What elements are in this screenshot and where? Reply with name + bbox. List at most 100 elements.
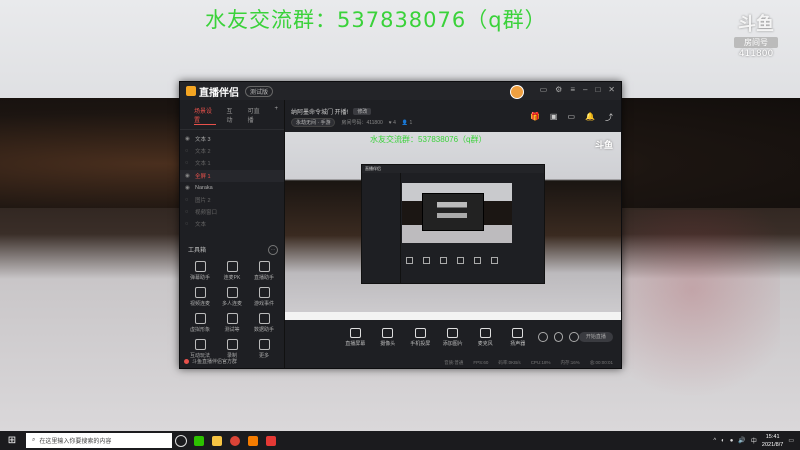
tab-scenes[interactable]: 场景设置 <box>194 106 217 125</box>
app-logo-icon <box>186 86 196 96</box>
wechat-icon[interactable] <box>190 431 208 450</box>
douyu-app-icon[interactable] <box>244 431 262 450</box>
speaker-icon <box>512 327 524 338</box>
source-controls: 直播屏幕 摄像头 手机投屏 添加图片 麦克风 扬声器 开始直播 <box>285 322 621 352</box>
network-icon[interactable]: ◐ <box>721 438 725 444</box>
share-screen-icon[interactable]: ▭ <box>567 112 575 123</box>
eye-icon[interactable]: ◉ <box>185 185 191 191</box>
tab-interact[interactable]: 互动 <box>226 106 237 125</box>
microphone-button[interactable]: 麦克风 <box>471 327 500 347</box>
chrome-icon[interactable] <box>226 431 244 450</box>
more-tools-icon[interactable]: ⋯ <box>268 244 278 255</box>
notification-icon[interactable]: ▭ <box>788 437 794 444</box>
system-tray: ^ ◐ ● 🔊 中 15:41 2021/8/7 ▭ <box>713 433 800 449</box>
live-companion-app-icon[interactable] <box>262 431 280 450</box>
nested-left-panel <box>362 173 401 283</box>
tool-icon <box>258 286 270 298</box>
tool-item[interactable]: 游戏事件 <box>248 286 280 307</box>
speaker-button[interactable]: 扬声器 <box>504 327 533 347</box>
cortana-icon[interactable] <box>172 431 190 450</box>
scene-item[interactable]: ◌ 图片 2 <box>180 194 284 206</box>
ime-icon[interactable]: 中 <box>751 436 757 445</box>
maximize-icon[interactable]: □ <box>595 85 600 94</box>
wechat-tray-icon[interactable]: ● <box>730 438 734 444</box>
nested-controls <box>406 257 498 264</box>
viewer-count: 👤 1 <box>401 119 413 126</box>
scene-item[interactable]: ◌ 文本 <box>180 218 284 230</box>
avatar[interactable] <box>510 85 524 99</box>
search-icon: ⌕ <box>32 437 36 443</box>
clock[interactable]: 15:41 2021/8/7 <box>762 433 783 449</box>
eye-icon[interactable]: ◌ <box>185 160 191 166</box>
tool-icon <box>194 312 206 324</box>
tool-icon <box>194 338 206 350</box>
eye-icon[interactable]: ◌ <box>185 148 191 154</box>
eye-icon[interactable]: ◉ <box>185 136 191 142</box>
menu-icon[interactable]: ≡ <box>570 85 575 94</box>
windows-start-icon[interactable]: ⊞ <box>0 431 24 450</box>
tool-item[interactable]: 多人连麦 <box>216 286 248 307</box>
scene-item[interactable]: ◉ 文本 3 <box>180 133 284 145</box>
minimize-icon[interactable]: – <box>583 85 587 94</box>
volume-icon[interactable]: 🔊 <box>738 437 745 444</box>
monitor-button[interactable]: 直播屏幕 <box>341 327 370 347</box>
bell-icon[interactable]: 🔔 <box>585 112 595 123</box>
image-add-button[interactable]: 添加图片 <box>439 327 468 347</box>
scene-item[interactable]: ◌ 文本 2 <box>180 145 284 157</box>
edit-title-button[interactable]: 修改 <box>353 108 372 115</box>
left-footer[interactable]: 斗鱼直播伴侣官方群 <box>184 358 237 365</box>
message-icon[interactable]: ▭ <box>540 85 548 94</box>
tool-icon <box>258 312 270 324</box>
tool-item[interactable]: 连麦PK <box>216 260 248 281</box>
tool-item[interactable]: 测试等 <box>216 312 248 333</box>
tool-item[interactable]: 数据助手 <box>248 312 280 333</box>
eye-icon[interactable]: ◉ <box>185 173 191 179</box>
scene-item[interactable]: ◌ 文本 1 <box>180 157 284 169</box>
scene-list: ◉ 文本 3 ◌ 文本 2 ◌ 文本 1 ◉ 全屏 1 ◉ Naraka ◌ 图片 2 ◌ 视… <box>180 130 284 231</box>
settings-gear-icon[interactable] <box>569 332 579 342</box>
scene-item[interactable]: ◉ Naraka <box>180 182 284 194</box>
live-preview[interactable]: 水友交流群：537838076（q群） 斗鱼 直播伴侣 <box>285 132 621 320</box>
scene-item-selected[interactable]: ◉ 全屏 1 <box>180 169 284 182</box>
add-scene-icon[interactable]: + <box>274 106 278 125</box>
eye-preview-icon[interactable] <box>553 332 564 342</box>
tool-item[interactable]: 直播助手 <box>248 260 280 281</box>
taskbar-search[interactable]: ⌕ 在这里输入你要搜索的内容 <box>26 433 172 448</box>
phone-cast-button[interactable]: 手机投屏 <box>406 327 435 347</box>
tool-icon <box>258 260 270 272</box>
tab-live[interactable]: 可直播 <box>248 106 265 125</box>
tool-item[interactable]: 互动玩法 <box>184 338 216 359</box>
gift-icon[interactable]: 🎁 <box>530 112 540 123</box>
tool-item[interactable]: 录制 <box>216 338 248 359</box>
phone-cast-icon <box>414 327 426 338</box>
record-icon[interactable] <box>538 332 548 342</box>
preview-logo: 斗鱼 <box>594 140 613 150</box>
tool-item[interactable]: 视频连麦 <box>184 286 216 307</box>
microphone-icon <box>479 327 491 338</box>
folder-icon[interactable] <box>208 431 226 450</box>
eye-icon[interactable]: ◌ <box>185 221 191 227</box>
category-selector[interactable]: 永劫无间 · 手游 <box>291 118 336 127</box>
tool-icon <box>226 338 238 350</box>
tool-item[interactable]: 虚拟形象 <box>184 312 216 333</box>
settings-icon[interactable]: ⚙ <box>555 85 562 94</box>
status-bar: 音质:普通 FPS:60 码率:0KB/s CPU:18% 内存:16% 总:0… <box>444 360 613 365</box>
version-badge[interactable]: 测试版 <box>245 85 274 97</box>
tray-up-icon[interactable]: ^ <box>713 438 716 444</box>
preview-fan-group: 水友交流群：537838076（q群） <box>370 135 487 144</box>
start-live-button[interactable]: 开始直播 <box>578 332 613 342</box>
scene-item[interactable]: ◌ 视频窗口 <box>180 206 284 218</box>
app-name: 直播伴侣 <box>199 87 239 99</box>
notice-dot-icon <box>184 359 189 364</box>
share-icon[interactable]: ⤴ <box>605 112 613 123</box>
camera-button[interactable]: 摄像头 <box>374 327 403 347</box>
tool-item[interactable]: 弹幕助手 <box>184 260 216 281</box>
close-icon[interactable]: ✕ <box>608 85 615 94</box>
toolbox-header: 工具箱 ⋯ <box>180 244 284 255</box>
task-icon[interactable]: ▣ <box>550 112 558 123</box>
tool-item[interactable]: 更多 <box>248 338 280 359</box>
nested-title: 直播伴侣 <box>362 165 544 173</box>
eye-icon[interactable]: ◌ <box>185 197 191 203</box>
preview-taskbar <box>285 312 621 320</box>
eye-icon[interactable]: ◌ <box>185 209 191 215</box>
